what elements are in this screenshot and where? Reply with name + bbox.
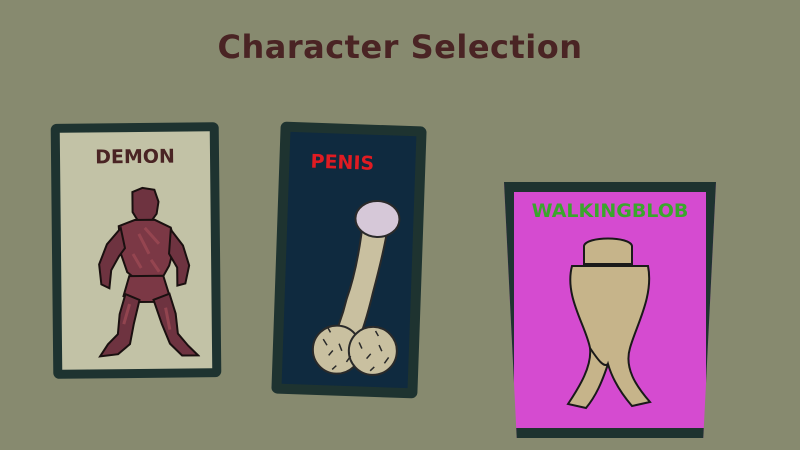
character-name-demon: DEMON: [95, 145, 175, 169]
demon-figure: [98, 186, 201, 358]
character-name-penis: PENIS: [310, 150, 375, 175]
character-card-penis[interactable]: PENIS: [271, 121, 427, 399]
walkingblob-figure: [566, 237, 652, 410]
character-card-demon[interactable]: DEMON: [50, 122, 222, 379]
character-card-walkingblob[interactable]: WALKINGBLOB: [504, 182, 716, 438]
character-name-walkingblob: WALKINGBLOB: [531, 200, 689, 222]
penis-figure: [311, 199, 401, 376]
screen-title: Character Selection: [217, 28, 583, 66]
